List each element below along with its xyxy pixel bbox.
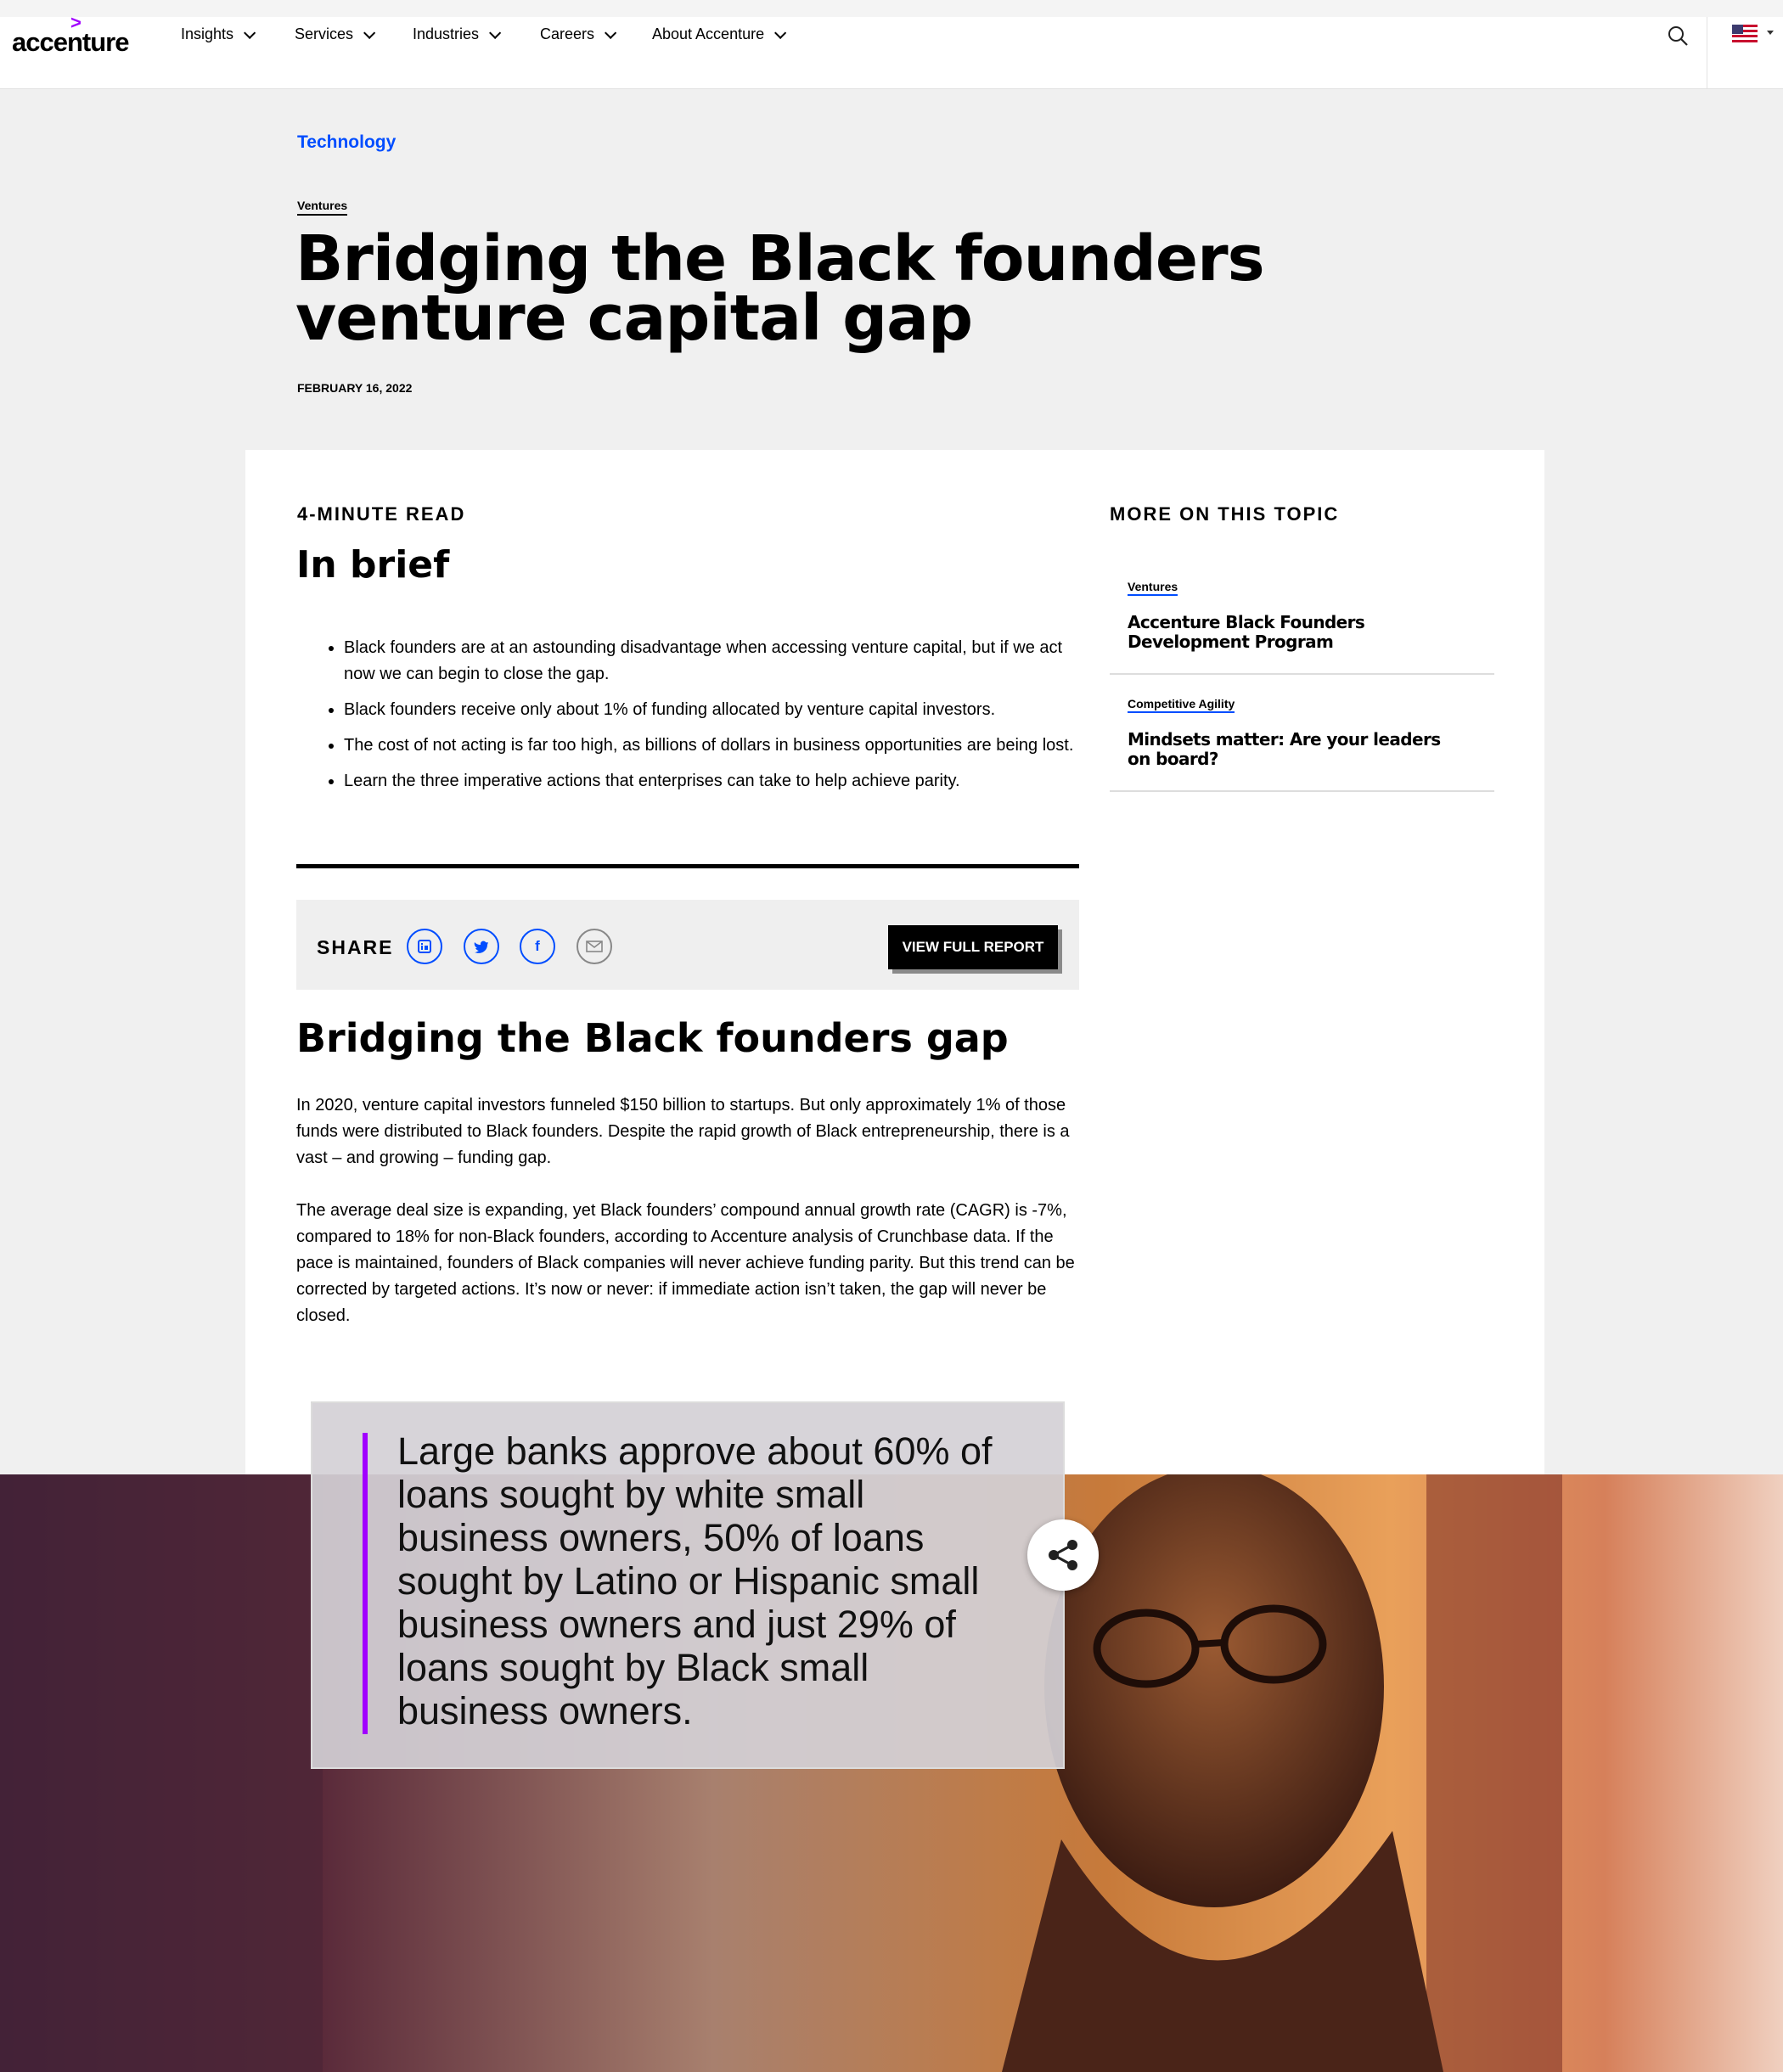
sidebar-item-tag[interactable]: Ventures bbox=[1128, 580, 1178, 596]
section-divider bbox=[296, 864, 1079, 868]
brief-bullet-list: Black founders are at an astounding disa… bbox=[327, 635, 1091, 804]
us-flag-icon[interactable] bbox=[1732, 25, 1758, 42]
share-icon[interactable] bbox=[1027, 1519, 1099, 1591]
publish-date: FEBRUARY 16, 2022 bbox=[297, 381, 413, 395]
sidebar-divider bbox=[1110, 790, 1494, 792]
pull-quote-text: Large banks approve about 60% of loans s… bbox=[397, 1429, 993, 1732]
nav-item-label: Industries bbox=[413, 25, 480, 42]
list-item: Black founders are at an astounding disa… bbox=[344, 635, 1091, 688]
category-link[interactable]: Technology bbox=[297, 132, 396, 153]
body-paragraph: In 2020, venture capital investors funne… bbox=[296, 1096, 1070, 1167]
sidebar-item-title[interactable]: Mindsets matter: Are your leaders on boa… bbox=[1128, 730, 1467, 769]
nav-item-label: Insights bbox=[181, 25, 234, 42]
list-item: The cost of not acting is far too high, … bbox=[344, 733, 1091, 759]
share-label: SHARE bbox=[317, 936, 394, 958]
locale-caret-icon[interactable] bbox=[1767, 31, 1774, 35]
sidebar-heading: MORE ON THIS TOPIC bbox=[1110, 503, 1340, 525]
view-full-report-button[interactable]: VIEW FULL REPORT bbox=[888, 925, 1058, 969]
linkedin-icon[interactable] bbox=[407, 929, 442, 964]
sidebar-divider bbox=[1110, 673, 1494, 675]
sidebar-item-title[interactable]: Accenture Black Founders Development Pro… bbox=[1128, 613, 1467, 652]
read-time: 4-MINUTE READ bbox=[297, 503, 466, 525]
nav-item-label: Careers bbox=[540, 25, 595, 42]
nav-item-label: Services bbox=[295, 25, 354, 42]
facebook-icon[interactable]: f bbox=[520, 929, 555, 964]
nav-item-industries[interactable]: Industries bbox=[413, 25, 502, 43]
top-navigation bbox=[0, 17, 1783, 89]
top-strip bbox=[0, 0, 1783, 17]
share-glyph bbox=[1049, 1540, 1077, 1570]
body-paragraph: The average deal size is expanding, yet … bbox=[296, 1201, 1075, 1325]
search-icon[interactable] bbox=[1667, 25, 1689, 47]
article-tag[interactable]: Ventures bbox=[297, 199, 348, 216]
twitter-glyph bbox=[474, 941, 488, 953]
section-heading: Bridging the Black founders gap bbox=[296, 1015, 1009, 1061]
list-item: Black founders receive only about 1% of … bbox=[344, 697, 1091, 723]
accenture-logo[interactable]: accenture bbox=[12, 27, 129, 58]
email-icon[interactable] bbox=[577, 929, 612, 964]
in-brief-heading: In brief bbox=[296, 543, 450, 587]
sidebar-item-tag[interactable]: Competitive Agility bbox=[1128, 697, 1235, 713]
list-item: Learn the three imperative actions that … bbox=[344, 768, 1091, 795]
page-title: Bridging the Black founders venture capi… bbox=[295, 222, 1265, 355]
nav-item-about[interactable]: About Accenture bbox=[652, 25, 787, 43]
envelope-glyph bbox=[586, 941, 603, 952]
nav-item-label: About Accenture bbox=[652, 25, 765, 42]
nav-item-services[interactable]: Services bbox=[295, 25, 376, 43]
linkedin-glyph bbox=[418, 940, 431, 953]
nav-item-careers[interactable]: Careers bbox=[540, 25, 617, 43]
twitter-icon[interactable] bbox=[464, 929, 499, 964]
quote-accent-bar bbox=[363, 1433, 368, 1734]
nav-item-insights[interactable]: Insights bbox=[181, 25, 256, 43]
